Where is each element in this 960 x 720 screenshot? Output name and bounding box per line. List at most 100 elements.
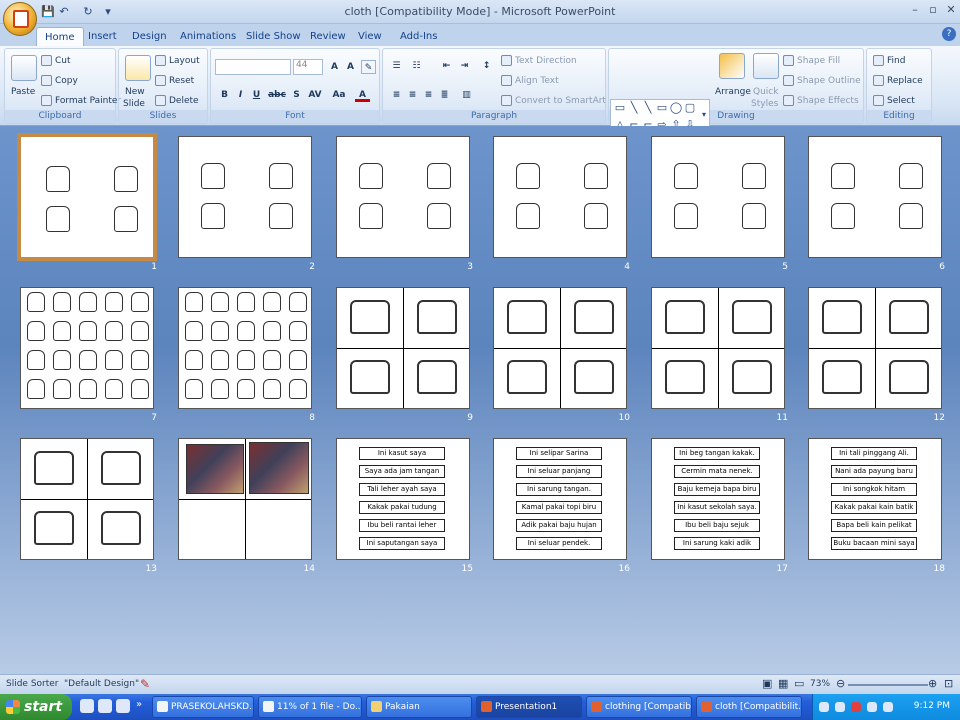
help-icon[interactable]: ? bbox=[942, 27, 956, 41]
shape-fill-button[interactable]: Shape Fill bbox=[783, 55, 840, 67]
find-button[interactable]: Find bbox=[873, 55, 905, 67]
delete-button[interactable]: Delete bbox=[155, 95, 199, 107]
slide-thumbnail[interactable] bbox=[808, 136, 942, 258]
char-spacing-button[interactable]: AV bbox=[305, 88, 325, 102]
change-case-button[interactable]: Aa bbox=[329, 88, 349, 102]
slide-thumbnail[interactable]: Ini beg tangan kakak. Cermin mata nenek. B… bbox=[651, 438, 785, 560]
arrange-icon[interactable] bbox=[719, 53, 745, 79]
slide-thumbnail[interactable]: Ini selipar Sarina Ini seluar panjang Ini … bbox=[493, 438, 627, 560]
align-left-icon[interactable]: ≡ bbox=[389, 88, 404, 102]
paste-icon[interactable] bbox=[11, 55, 37, 81]
bold-button[interactable]: B bbox=[217, 88, 232, 102]
tab-slide-show[interactable]: Slide Show bbox=[238, 27, 309, 46]
close-button[interactable]: ✕ bbox=[942, 3, 960, 19]
tab-animations[interactable]: Animations bbox=[172, 27, 244, 46]
text-direction-button[interactable]: Text Direction bbox=[501, 55, 577, 67]
tab-review[interactable]: Review bbox=[302, 27, 354, 46]
slide-thumbnail[interactable] bbox=[493, 287, 627, 409]
network-icon[interactable] bbox=[835, 702, 845, 712]
clear-format-icon[interactable]: ✎ bbox=[361, 60, 376, 74]
new-slide-icon[interactable] bbox=[125, 55, 151, 81]
tab-home[interactable]: Home bbox=[36, 27, 84, 46]
slide-thumbnail[interactable] bbox=[808, 287, 942, 409]
fit-window-icon[interactable]: ⊡ bbox=[944, 677, 953, 690]
volume-icon[interactable] bbox=[867, 702, 877, 712]
quick-styles-icon[interactable] bbox=[753, 53, 779, 79]
shrink-font-button[interactable]: A bbox=[343, 60, 358, 74]
tab-view[interactable]: View bbox=[350, 27, 390, 46]
bullets-icon[interactable]: ☰ bbox=[389, 59, 404, 73]
rect-shape-icon[interactable]: ▭ bbox=[613, 101, 627, 115]
font-name-combo[interactable] bbox=[215, 59, 291, 75]
numbering-icon[interactable]: ☷ bbox=[409, 59, 424, 73]
paste-button[interactable]: Paste bbox=[11, 86, 35, 98]
slide-thumbnail[interactable] bbox=[178, 438, 312, 560]
underline-button[interactable]: U bbox=[249, 88, 264, 102]
slide-thumbnail[interactable] bbox=[20, 438, 154, 560]
minimize-button[interactable]: – bbox=[906, 3, 924, 19]
cut-button[interactable]: Cut bbox=[41, 55, 71, 67]
quick-styles-label-2[interactable]: Styles bbox=[751, 98, 778, 110]
new-slide-label-1[interactable]: New bbox=[125, 86, 145, 98]
convert-smartart-button[interactable]: Convert to SmartArt bbox=[501, 95, 606, 107]
task-prasekolah[interactable]: PRASEKOLAHSKD... bbox=[152, 696, 254, 718]
justify-icon[interactable]: ≣ bbox=[437, 88, 452, 102]
shape-outline-button[interactable]: Shape Outline bbox=[783, 75, 861, 87]
italic-button[interactable]: I bbox=[233, 88, 248, 102]
shadow-button[interactable]: S bbox=[289, 88, 304, 102]
line-spacing-icon[interactable]: ↕ bbox=[479, 59, 494, 73]
quicklaunch-2-icon[interactable] bbox=[98, 699, 112, 713]
slide-thumbnail[interactable] bbox=[651, 136, 785, 258]
zoom-slider[interactable] bbox=[848, 684, 928, 686]
task-presentation1[interactable]: Presentation1 bbox=[476, 696, 582, 718]
quick-styles-label-1[interactable]: Quick bbox=[753, 86, 778, 98]
task-pakaian[interactable]: Pakaian bbox=[366, 696, 472, 718]
tray-app-icon[interactable] bbox=[883, 702, 893, 712]
replace-button[interactable]: Replace bbox=[873, 75, 923, 87]
slide-thumbnail[interactable] bbox=[336, 287, 470, 409]
align-text-button[interactable]: Align Text bbox=[501, 75, 559, 87]
tab-add-ins[interactable]: Add-Ins bbox=[392, 27, 445, 46]
rect3-shape-icon[interactable]: ▢ bbox=[683, 101, 697, 115]
slide-thumbnail[interactable] bbox=[651, 287, 785, 409]
line2-shape-icon[interactable]: ╲ bbox=[641, 101, 655, 115]
help-tray-icon[interactable] bbox=[819, 702, 829, 712]
decrease-indent-icon[interactable]: ⇤ bbox=[439, 59, 454, 73]
slide-thumbnail[interactable] bbox=[493, 136, 627, 258]
restore-button[interactable]: ▫ bbox=[924, 3, 942, 19]
slide-thumbnail[interactable]: Ini tali pinggang Ali. Nani ada payung ba… bbox=[808, 438, 942, 560]
reset-button[interactable]: Reset bbox=[155, 75, 194, 87]
normal-view-icon[interactable]: ▣ bbox=[762, 677, 772, 690]
sorter-view-icon[interactable]: ▦ bbox=[778, 677, 788, 690]
rect2-shape-icon[interactable]: ▭ bbox=[655, 101, 669, 115]
task-cloth[interactable]: cloth [Compatibilit... bbox=[696, 696, 802, 718]
arrange-button[interactable]: Arrange bbox=[715, 86, 751, 98]
zoom-in-icon[interactable]: ⊕ bbox=[928, 677, 937, 690]
new-slide-label-2[interactable]: Slide bbox=[123, 98, 145, 110]
font-color-button[interactable]: A bbox=[355, 88, 370, 102]
align-center-icon[interactable]: ≡ bbox=[405, 88, 420, 102]
task-download[interactable]: 11% of 1 file - Do... bbox=[258, 696, 362, 718]
quicklaunch-more-icon[interactable]: » bbox=[136, 699, 150, 713]
shape-effects-button[interactable]: Shape Effects bbox=[783, 95, 859, 107]
security-icon[interactable] bbox=[851, 702, 861, 712]
slide-thumbnail[interactable] bbox=[178, 136, 312, 258]
zoom-level[interactable]: 73% bbox=[810, 679, 830, 689]
format-painter-button[interactable]: Format Painter bbox=[41, 95, 121, 107]
slideshow-view-icon[interactable]: ▭ bbox=[794, 677, 804, 690]
zoom-out-icon[interactable]: ⊖ bbox=[836, 677, 845, 690]
tab-insert[interactable]: Insert bbox=[80, 27, 125, 46]
select-button[interactable]: Select bbox=[873, 95, 915, 107]
grow-font-button[interactable]: A bbox=[327, 60, 342, 74]
office-button[interactable] bbox=[3, 2, 37, 36]
layout-button[interactable]: Layout bbox=[155, 55, 200, 67]
start-button[interactable]: start bbox=[0, 694, 72, 720]
oval-shape-icon[interactable]: ◯ bbox=[669, 101, 683, 115]
slide-thumbnail[interactable] bbox=[336, 136, 470, 258]
quicklaunch-ie-icon[interactable] bbox=[116, 699, 130, 713]
increase-indent-icon[interactable]: ⇥ bbox=[457, 59, 472, 73]
tab-design[interactable]: Design bbox=[124, 27, 175, 46]
copy-button[interactable]: Copy bbox=[41, 75, 78, 87]
font-size-combo[interactable]: 44 bbox=[293, 59, 323, 75]
slide-thumbnail[interactable]: Ini kasut saya Saya ada jam tangan Tali le… bbox=[336, 438, 470, 560]
